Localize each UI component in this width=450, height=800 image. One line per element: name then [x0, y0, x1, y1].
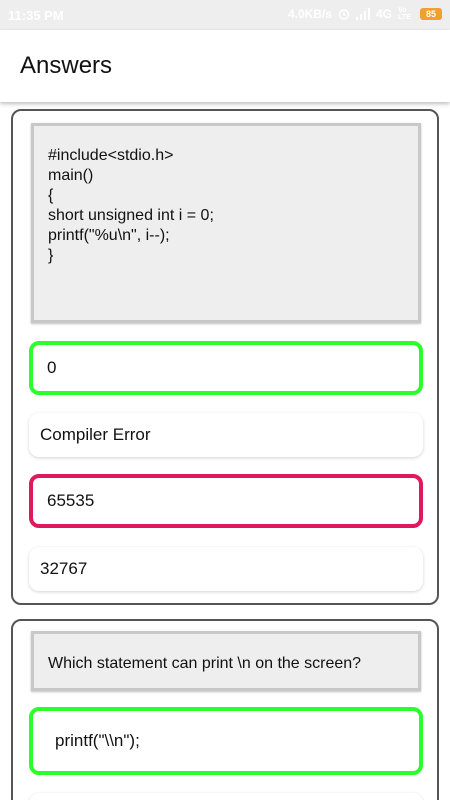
battery-icon: 85: [420, 8, 442, 20]
answer-option-wrong[interactable]: 65535: [29, 474, 423, 528]
answer-option[interactable]: [29, 793, 423, 800]
code-line: printf("%u\n", i--);: [48, 227, 170, 244]
question-code-box: #include<stdio.h> main() { short unsigne…: [31, 123, 421, 323]
question-text: Which statement can print \n on the scre…: [48, 655, 362, 672]
answer-option[interactable]: Compiler Error: [29, 413, 423, 457]
answer-option-correct[interactable]: 0: [29, 341, 423, 395]
option-label: printf("\\n");: [55, 731, 140, 750]
status-time: 11:35 PM: [8, 8, 64, 23]
option-label: 32767: [40, 559, 88, 578]
alarm-icon: [338, 8, 350, 20]
network-speed: 4.0KB/s: [287, 7, 332, 21]
code-line: main(): [48, 167, 94, 184]
option-label: 65535: [47, 491, 95, 510]
option-label: Compiler Error: [40, 425, 151, 444]
code-line: }: [48, 247, 54, 264]
code-line: short unsigned int i = 0;: [48, 207, 214, 224]
status-bar: 11:35 PM 4.0KB/s 4G Vo LTE 85: [0, 0, 450, 30]
code-line: #include<stdio.h>: [48, 147, 174, 164]
option-label: 0: [47, 358, 57, 377]
volte-indicator: Vo LTE: [398, 7, 411, 21]
battery-level: 85: [425, 9, 436, 19]
network-type: 4G: [375, 7, 392, 21]
app-bar: Answers: [0, 30, 450, 102]
question-text-box: Which statement can print \n on the scre…: [31, 631, 421, 691]
question-card: Which statement can print \n on the scre…: [11, 619, 439, 800]
answer-option[interactable]: 32767: [29, 547, 423, 591]
answer-option-correct[interactable]: printf("\\n");: [29, 707, 423, 775]
status-icons: 4.0KB/s 4G Vo LTE 85: [288, 7, 442, 21]
signal-icon: [355, 8, 370, 20]
question-card: #include<stdio.h> main() { short unsigne…: [11, 109, 439, 605]
code-line: {: [48, 187, 54, 204]
page-title: Answers: [20, 52, 113, 79]
